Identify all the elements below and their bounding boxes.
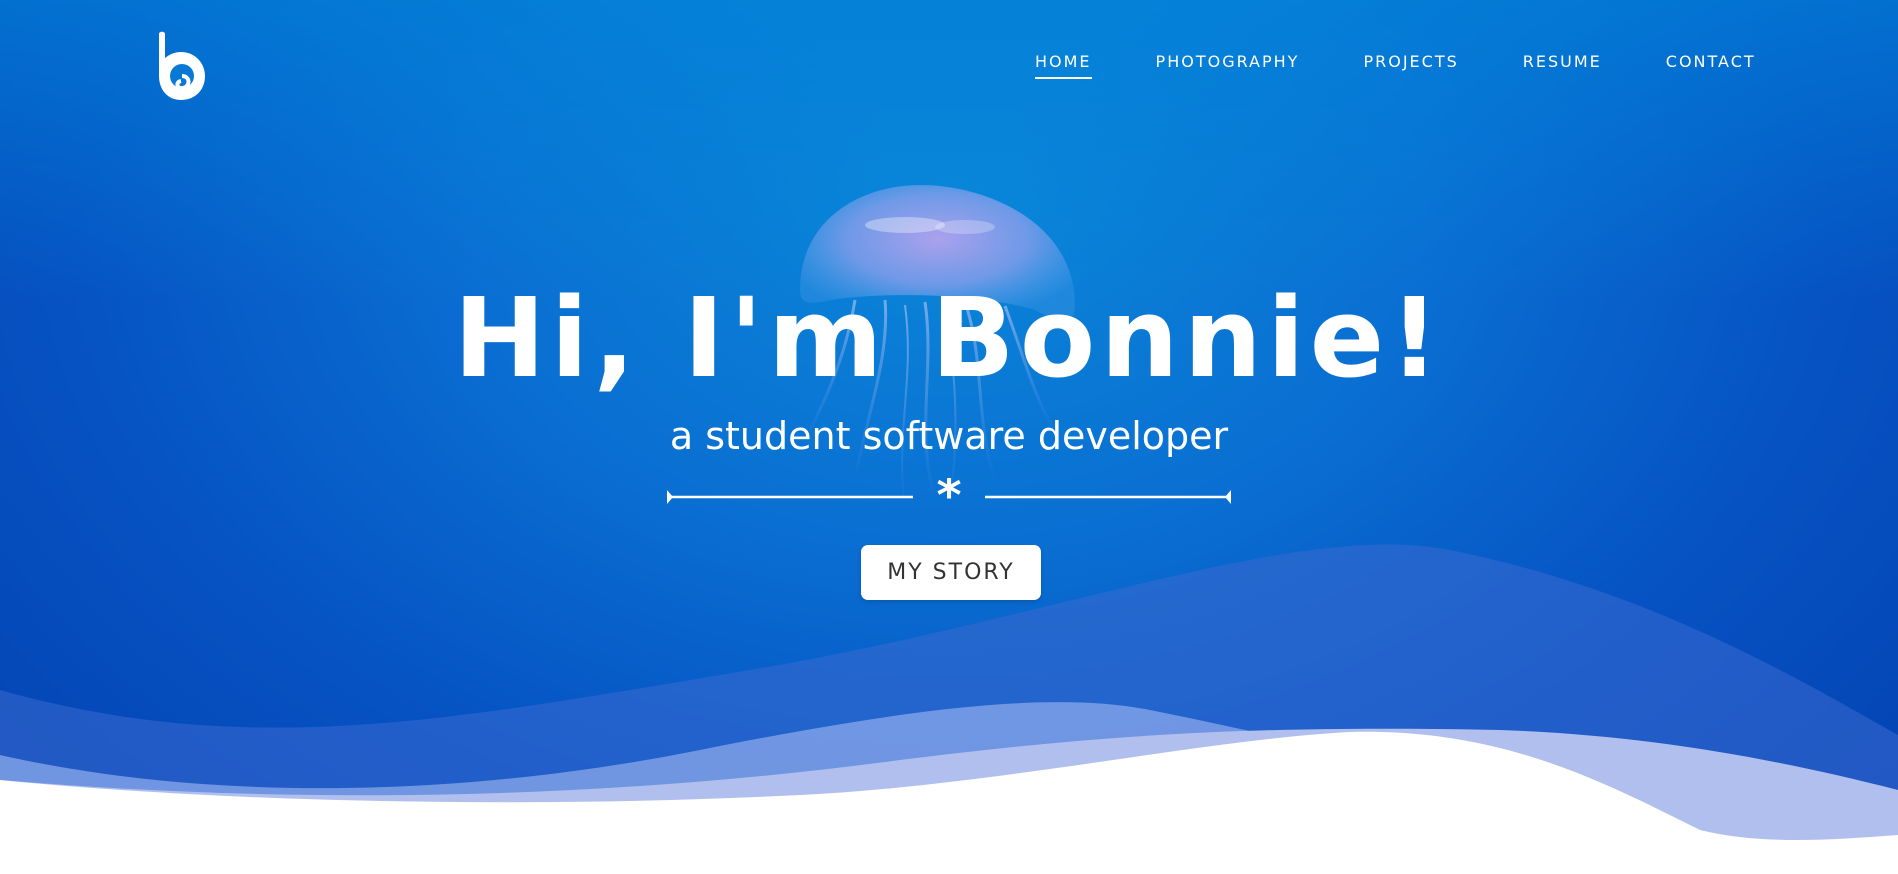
nav-projects[interactable]: PROJECTS [1363,52,1458,79]
hero-section: HOME PHOTOGRAPHY PROJECTS RESUME CONTACT… [0,0,1898,874]
asterisk-divider-icon: * [667,478,1231,518]
main-nav: HOME PHOTOGRAPHY PROJECTS RESUME CONTACT [1035,52,1756,79]
nav-home[interactable]: HOME [1035,52,1092,79]
divider-asterisk: * [936,478,961,518]
nav-contact[interactable]: CONTACT [1666,52,1756,79]
my-story-button[interactable]: MY STORY [861,545,1041,600]
nav-resume[interactable]: RESUME [1523,52,1602,79]
nav-photography[interactable]: PHOTOGRAPHY [1156,52,1300,79]
logo-icon[interactable] [155,30,207,104]
hero-title: Hi, I'm Bonnie! [453,274,1445,402]
hero-subtitle: a student software developer [669,414,1229,458]
